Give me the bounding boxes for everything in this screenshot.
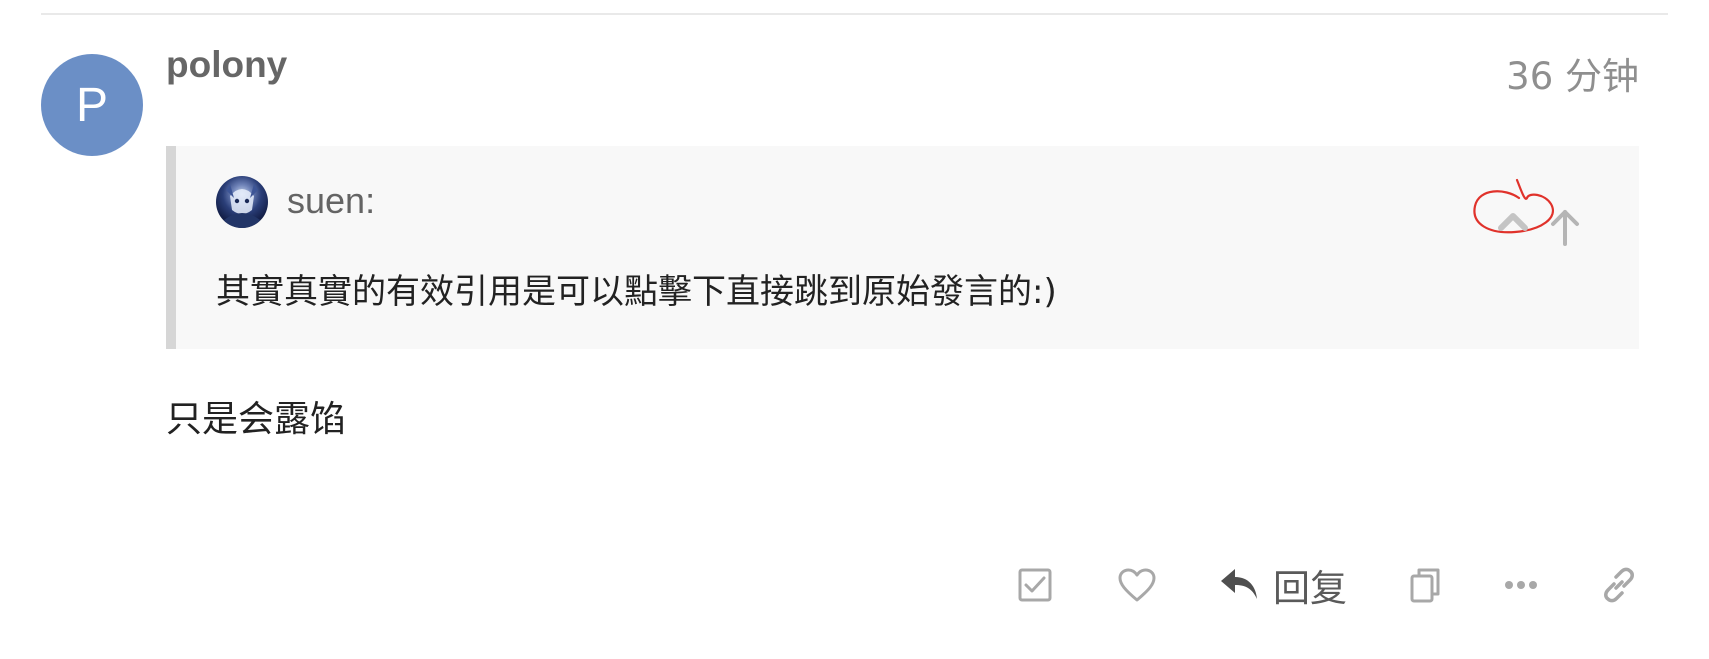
avatar[interactable]: P: [41, 54, 143, 156]
reply-label: 回复: [1273, 567, 1347, 610]
post-author[interactable]: polony: [166, 44, 287, 86]
quote-text: 其實真實的有效引用是可以點擊下直接跳到原始發言的:): [216, 272, 1057, 312]
post-body: 只是会露馅: [166, 399, 347, 440]
copy-icon: [1410, 568, 1440, 603]
like-button[interactable]: [1115, 567, 1159, 603]
post: P polony 36 分钟 suen: 其實真實的有效引用是可以點擊下直接跳到…: [0, 0, 1709, 659]
share-link-button[interactable]: [1599, 566, 1639, 604]
quote-block: suen: 其實真實的有效引用是可以點擊下直接跳到原始發言的:): [166, 146, 1639, 349]
heart-icon: [1118, 568, 1156, 602]
chevron-up-icon[interactable]: [1498, 213, 1528, 231]
quote-author[interactable]: suen:: [287, 180, 375, 222]
quote-controls: [1469, 176, 1619, 256]
arrow-up-icon[interactable]: [1551, 210, 1579, 246]
avatar-letter: P: [75, 78, 108, 132]
link-icon: [1604, 567, 1634, 603]
more-button[interactable]: [1503, 580, 1539, 590]
more-dots-icon: [1505, 581, 1537, 589]
copy-button[interactable]: [1407, 566, 1443, 604]
quote-controls-svg: [1473, 178, 1579, 246]
post-actions: 回复: [1015, 560, 1639, 610]
checkbox-icon: [1018, 568, 1052, 602]
post-time[interactable]: 36 分钟: [1506, 46, 1639, 100]
reply-arrow-icon: [1221, 569, 1257, 599]
solution-button[interactable]: [1015, 567, 1055, 603]
reply-button[interactable]: 回复: [1219, 558, 1347, 612]
quote-avatar[interactable]: [216, 176, 268, 228]
red-annotation: [1473, 178, 1554, 234]
